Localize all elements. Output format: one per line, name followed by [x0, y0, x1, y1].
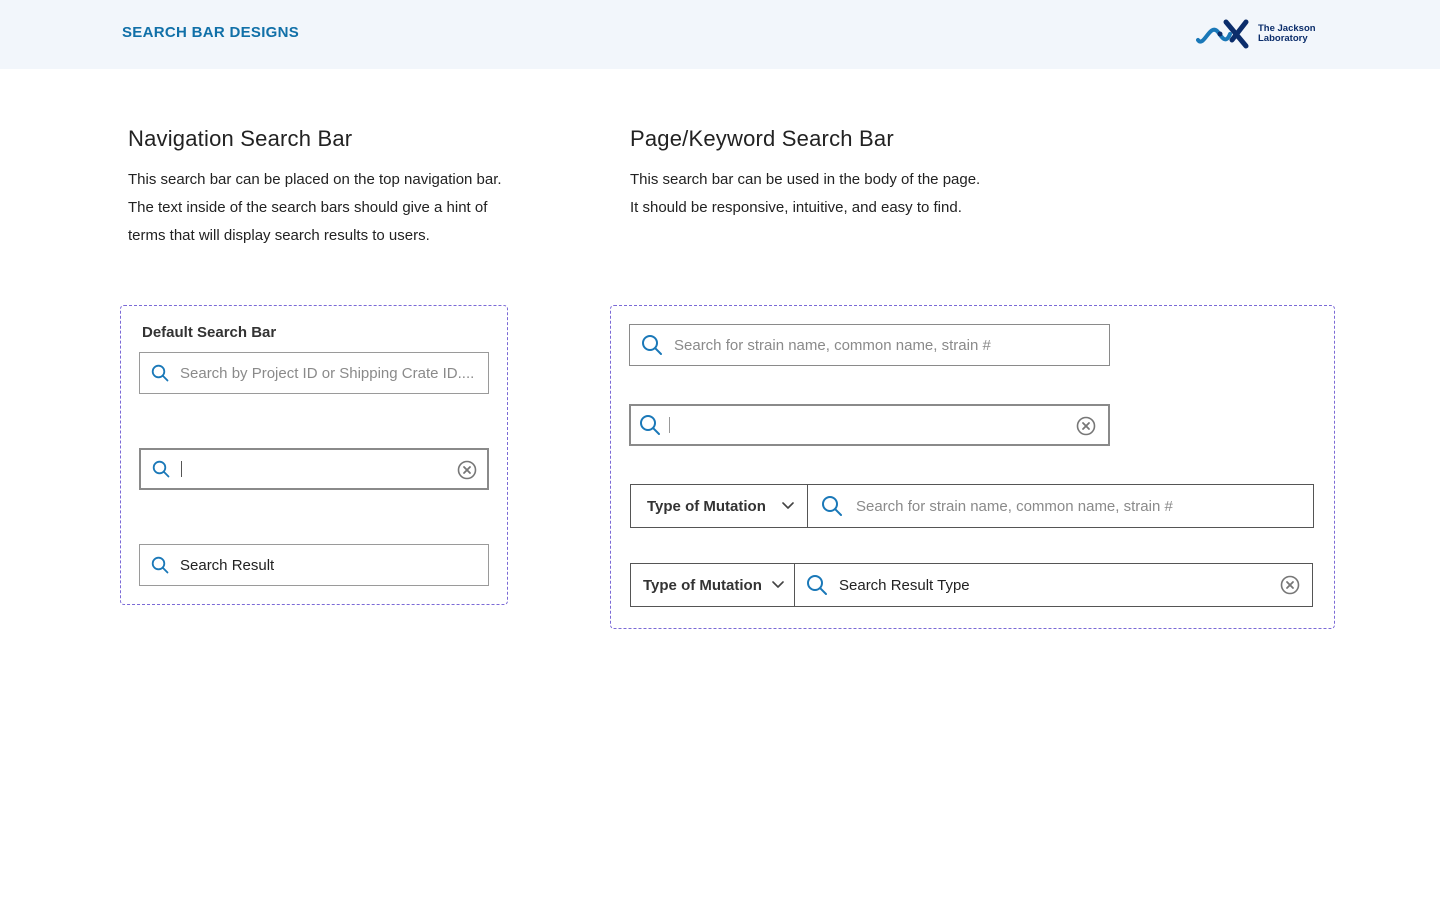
close-circle-icon[interactable] [457, 460, 477, 480]
jackson-lab-logo[interactable]: The Jackson Laboratory [1196, 18, 1320, 50]
text-cursor [669, 417, 670, 433]
mutation-type-dropdown[interactable]: Type of Mutation [631, 485, 808, 527]
search-icon [140, 556, 180, 574]
close-circle-icon[interactable] [1280, 575, 1300, 595]
keyword-description-line: It should be responsive, intuitive, and … [630, 199, 962, 216]
keyword-section-title: Page/Keyword Search Bar [630, 126, 894, 151]
text-cursor [181, 461, 182, 477]
search-input-placeholder[interactable]: Search by Project ID or Shipping Crate I… [180, 365, 474, 382]
mutation-search-combo-default: Type of Mutation Search for strain name,… [630, 484, 1314, 528]
search-input-placeholder[interactable]: Search for strain name, common name, str… [674, 337, 991, 354]
mutation-search-field[interactable]: Search for strain name, common name, str… [808, 485, 1313, 527]
mutation-search-combo-filled: Type of Mutation Search Result Type [630, 563, 1313, 607]
chevron-down-icon [772, 581, 784, 589]
chevron-down-icon [782, 502, 794, 510]
navigation-description: This search bar can be placed on the top… [128, 166, 548, 250]
jackson-lab-logo-mark [1196, 19, 1249, 49]
navigation-description-line: This search bar can be placed on the top… [128, 171, 502, 188]
mutation-search-field[interactable]: Search Result Type [795, 564, 1312, 606]
dropdown-label: Type of Mutation [643, 576, 762, 594]
search-input-value[interactable]: Search Result [180, 557, 274, 574]
navigation-section-title: Navigation Search Bar [128, 126, 353, 151]
search-input-value[interactable]: Search Result Type [839, 577, 970, 594]
keyword-description: This search bar can be used in the body … [630, 166, 1050, 222]
keyword-search-active[interactable] [629, 404, 1110, 446]
search-icon [630, 334, 674, 356]
logo-wordmark: The Jackson Laboratory [1258, 24, 1316, 44]
search-icon [808, 495, 856, 517]
navigation-description-line: The text inside of the search bars shoul… [128, 199, 488, 216]
nav-search-filled[interactable]: Search Result [139, 544, 489, 586]
keyword-search-default[interactable]: Search for strain name, common name, str… [629, 324, 1110, 366]
search-icon [631, 414, 669, 436]
mutation-type-dropdown[interactable]: Type of Mutation [631, 564, 795, 606]
keyword-description-line: This search bar can be used in the body … [630, 171, 981, 188]
search-icon [140, 364, 180, 382]
logo-line-2: Laboratory [1258, 33, 1308, 44]
page-title: SEARCH BAR DESIGNS [122, 24, 300, 41]
search-input-placeholder[interactable]: Search for strain name, common name, str… [856, 498, 1173, 515]
search-icon [141, 460, 181, 478]
nav-search-default[interactable]: Search by Project ID or Shipping Crate I… [139, 352, 489, 394]
search-icon [795, 574, 839, 596]
nav-search-active[interactable] [139, 448, 489, 490]
dropdown-label: Type of Mutation [647, 497, 766, 515]
default-search-bar-label: Default Search Bar [142, 324, 277, 341]
navigation-description-line: terms that will display search results t… [128, 227, 430, 244]
close-circle-icon[interactable] [1076, 416, 1096, 436]
top-header: SEARCH BAR DESIGNS The Jackson Laborator… [0, 0, 1440, 69]
